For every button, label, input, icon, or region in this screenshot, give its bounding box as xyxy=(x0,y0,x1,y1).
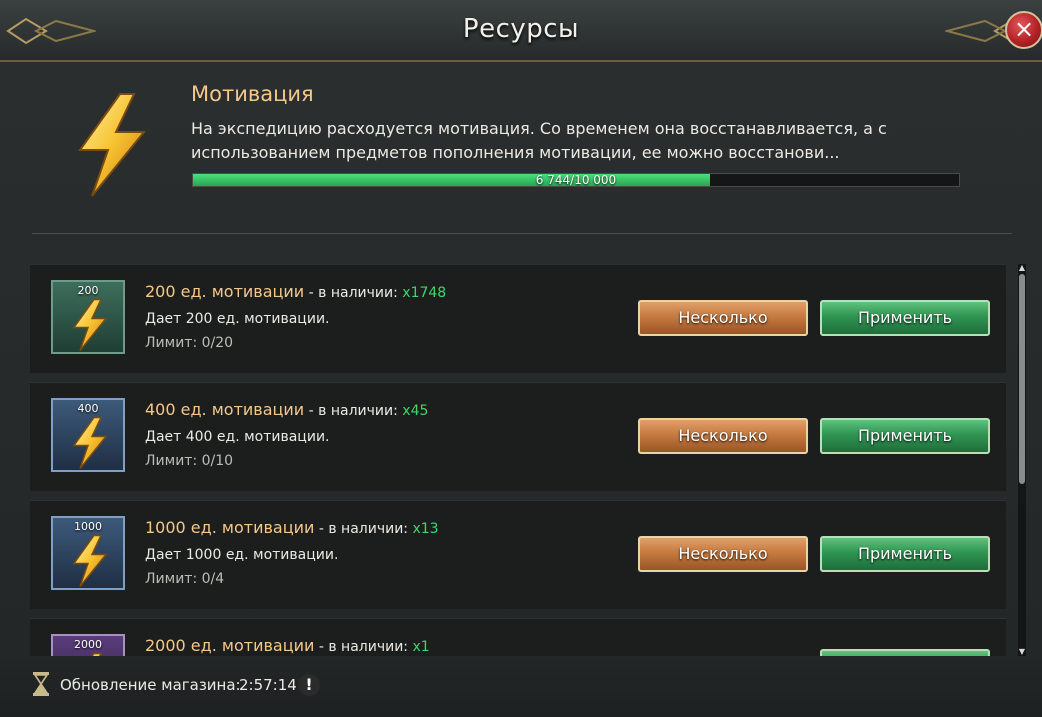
resources-window: Ресурсы × Мотивация На экспедицию расход… xyxy=(0,0,1042,717)
warning-icon[interactable]: ! xyxy=(298,674,320,696)
item-name: 400 ед. мотивации xyxy=(145,400,305,419)
scroll-up-icon[interactable]: ▲ xyxy=(1018,264,1026,272)
hourglass-icon xyxy=(33,672,49,696)
lightning-icon xyxy=(72,416,108,469)
item-stock-label: - в наличии: xyxy=(304,403,403,419)
item-icon[interactable]: 200 xyxy=(51,280,125,354)
item-title: 2000 ед. мотивации - в наличии: x1 xyxy=(145,636,430,655)
item-name: 200 ед. мотивации xyxy=(145,282,305,301)
item-list: 200 200 ед. мотивации - в наличии: x1748… xyxy=(30,264,1006,656)
item-stock-label: - в наличии: xyxy=(314,639,413,655)
several-button[interactable]: Несколько xyxy=(638,418,808,454)
item-icon[interactable]: 2000 xyxy=(51,634,125,656)
item-stock-label: - в наличии: xyxy=(304,285,403,301)
list-item: 400 400 ед. мотивации - в наличии: x45 Д… xyxy=(30,382,1006,491)
close-button[interactable]: × xyxy=(1005,11,1042,49)
scroll-thumb[interactable] xyxy=(1019,274,1025,484)
list-item: 1000 1000 ед. мотивации - в наличии: x13… xyxy=(30,500,1006,609)
item-name: 2000 ед. мотивации xyxy=(145,636,315,655)
item-count: x13 xyxy=(412,521,439,537)
several-button[interactable]: Несколько xyxy=(638,300,808,336)
shop-refresh-timer: 2:57:14 xyxy=(239,676,297,694)
scroll-down-icon[interactable]: ▼ xyxy=(1018,648,1026,656)
progress-text: 6 744/10 000 xyxy=(535,173,617,187)
item-count: x1 xyxy=(412,639,430,655)
item-count: x45 xyxy=(402,403,429,419)
item-description: Дает 200 ед. мотивации. xyxy=(145,311,330,327)
close-icon: × xyxy=(1013,15,1035,43)
item-description: Дает 400 ед. мотивации. xyxy=(145,429,330,445)
apply-button[interactable]: Применить xyxy=(820,418,990,454)
item-icon[interactable]: 1000 xyxy=(51,516,125,590)
list-item: 200 200 ед. мотивации - в наличии: x1748… xyxy=(30,264,1006,373)
item-limit: Лимит: 0/20 xyxy=(145,335,234,351)
scrollbar[interactable]: ▲ ▼ xyxy=(1018,264,1026,656)
apply-button[interactable]: Применить xyxy=(820,536,990,572)
item-count: x1748 xyxy=(402,285,447,301)
shop-refresh-label: Обновление магазина: xyxy=(60,676,241,694)
item-description: Дает 1000 ед. мотивации. xyxy=(145,547,339,563)
window-title: Ресурсы xyxy=(462,14,580,44)
item-title: 1000 ед. мотивации - в наличии: x13 xyxy=(145,518,439,537)
item-stock-label: - в наличии: xyxy=(314,521,413,537)
item-icon[interactable]: 400 xyxy=(51,398,125,472)
lightning-icon xyxy=(91,652,103,656)
footer: Обновление магазина: 2:57:14 ! xyxy=(0,660,1042,717)
divider xyxy=(32,233,1012,234)
window-header: Ресурсы × xyxy=(0,0,1042,62)
item-title: 400 ед. мотивации - в наличии: x45 xyxy=(145,400,428,419)
item-title: 200 ед. мотивации - в наличии: x1748 xyxy=(145,282,446,301)
item-name: 1000 ед. мотивации xyxy=(145,518,315,537)
item-limit: Лимит: 0/10 xyxy=(145,453,234,469)
lightning-icon xyxy=(72,298,108,351)
apply-button[interactable]: Применить xyxy=(820,300,990,336)
motivation-title: Мотивация xyxy=(191,82,314,106)
lightning-icon xyxy=(78,93,147,197)
motivation-description: На экспедицию расходуется мотивация. Со … xyxy=(191,119,887,162)
item-limit: Лимит: 0/4 xyxy=(145,571,225,587)
apply-button[interactable] xyxy=(820,649,990,656)
motivation-progress-bar: 6 744/10 000 xyxy=(192,173,960,187)
list-item: 2000 2000 ед. мотивации - в наличии: x1 xyxy=(30,618,1006,656)
lightning-icon xyxy=(72,534,108,587)
several-button[interactable]: Несколько xyxy=(638,536,808,572)
